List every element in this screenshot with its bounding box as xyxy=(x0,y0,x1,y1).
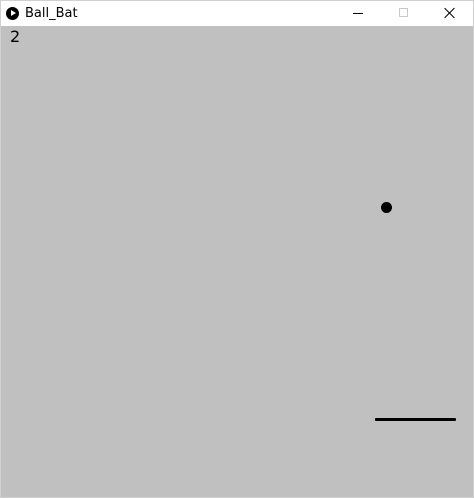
maximize-button[interactable] xyxy=(381,1,427,26)
minimize-icon xyxy=(353,13,363,14)
maximize-icon xyxy=(399,8,408,17)
close-button[interactable] xyxy=(427,1,473,26)
processing-play-icon xyxy=(6,7,19,20)
app-window: Ball_Bat 2 xyxy=(0,0,474,498)
bat-paddle[interactable] xyxy=(375,418,456,421)
minimize-button[interactable] xyxy=(335,1,381,26)
close-icon xyxy=(444,7,456,19)
title-bar[interactable]: Ball_Bat xyxy=(1,1,473,26)
window-title: Ball_Bat xyxy=(25,6,78,21)
game-canvas[interactable]: 2 xyxy=(1,26,473,497)
ball xyxy=(381,202,392,213)
score-counter: 2 xyxy=(10,27,21,46)
